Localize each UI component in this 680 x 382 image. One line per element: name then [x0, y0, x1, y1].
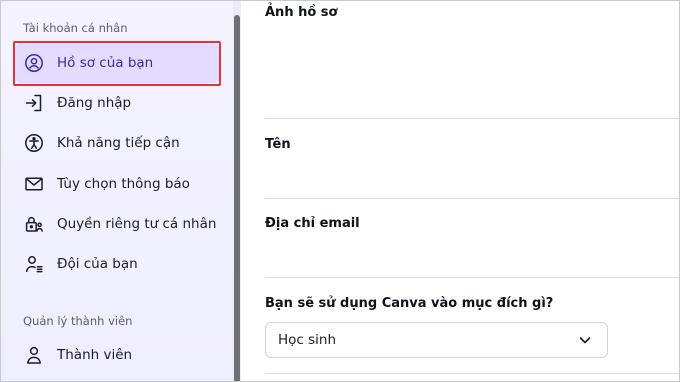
sidebar-item-label: Thành viên [57, 347, 133, 363]
usage-purpose-select[interactable]: Học sinh [265, 322, 608, 358]
chevron-down-icon [577, 332, 593, 348]
sidebar-item-privacy[interactable]: Quyền riêng tư cá nhân [15, 204, 219, 244]
sidebar-item-notifications[interactable]: Tùy chọn thông báo [15, 164, 219, 204]
divider [265, 373, 679, 374]
settings-window: Tài khoản cá nhân Hồ sơ của bạn Đăng nhậ… [0, 0, 680, 382]
sidebar-item-profile[interactable]: Hồ sơ của bạn [15, 43, 219, 83]
personal-account-heading: Tài khoản cá nhân [23, 21, 128, 35]
sidebar-item-accessibility[interactable]: Khả năng tiếp cận [15, 123, 219, 163]
profile-circle-icon [24, 53, 44, 73]
team-member-icon [24, 254, 44, 274]
sidebar-scrollbar[interactable] [234, 15, 240, 381]
divider [265, 198, 679, 199]
accessibility-icon [24, 133, 44, 153]
sidebar-item-login[interactable]: Đăng nhập [15, 83, 219, 123]
lock-person-icon [24, 214, 44, 234]
settings-sidebar: Tài khoản cá nhân Hồ sơ của bạn Đăng nhậ… [1, 1, 233, 381]
divider [265, 277, 679, 278]
person-icon [24, 345, 44, 365]
name-label: Tên [265, 137, 291, 152]
profile-settings-panel: Ảnh hồ sơ Tên Địa chỉ email Bạn sẽ sử dụ… [241, 1, 679, 381]
divider [265, 118, 679, 119]
sidebar-item-team[interactable]: Đội của bạn [15, 244, 219, 284]
email-label: Địa chỉ email [265, 216, 360, 231]
login-arrow-icon [24, 93, 44, 113]
sidebar-item-label: Khả năng tiếp cận [57, 135, 180, 151]
profile-photo-label: Ảnh hồ sơ [265, 5, 338, 20]
usage-purpose-label: Bạn sẽ sử dụng Canva vào mục đích gì? [265, 296, 554, 311]
sidebar-item-label: Đội của bạn [57, 256, 138, 272]
sidebar-item-label: Quyền riêng tư cá nhân [57, 216, 217, 232]
envelope-icon [24, 174, 44, 194]
member-management-heading: Quản lý thành viên [23, 314, 133, 328]
sidebar-item-members[interactable]: Thành viên [15, 335, 219, 375]
usage-purpose-value: Học sinh [278, 332, 337, 348]
sidebar-item-label: Đăng nhập [57, 95, 132, 111]
sidebar-item-label: Tùy chọn thông báo [57, 176, 190, 192]
sidebar-item-label: Hồ sơ của bạn [57, 55, 154, 71]
